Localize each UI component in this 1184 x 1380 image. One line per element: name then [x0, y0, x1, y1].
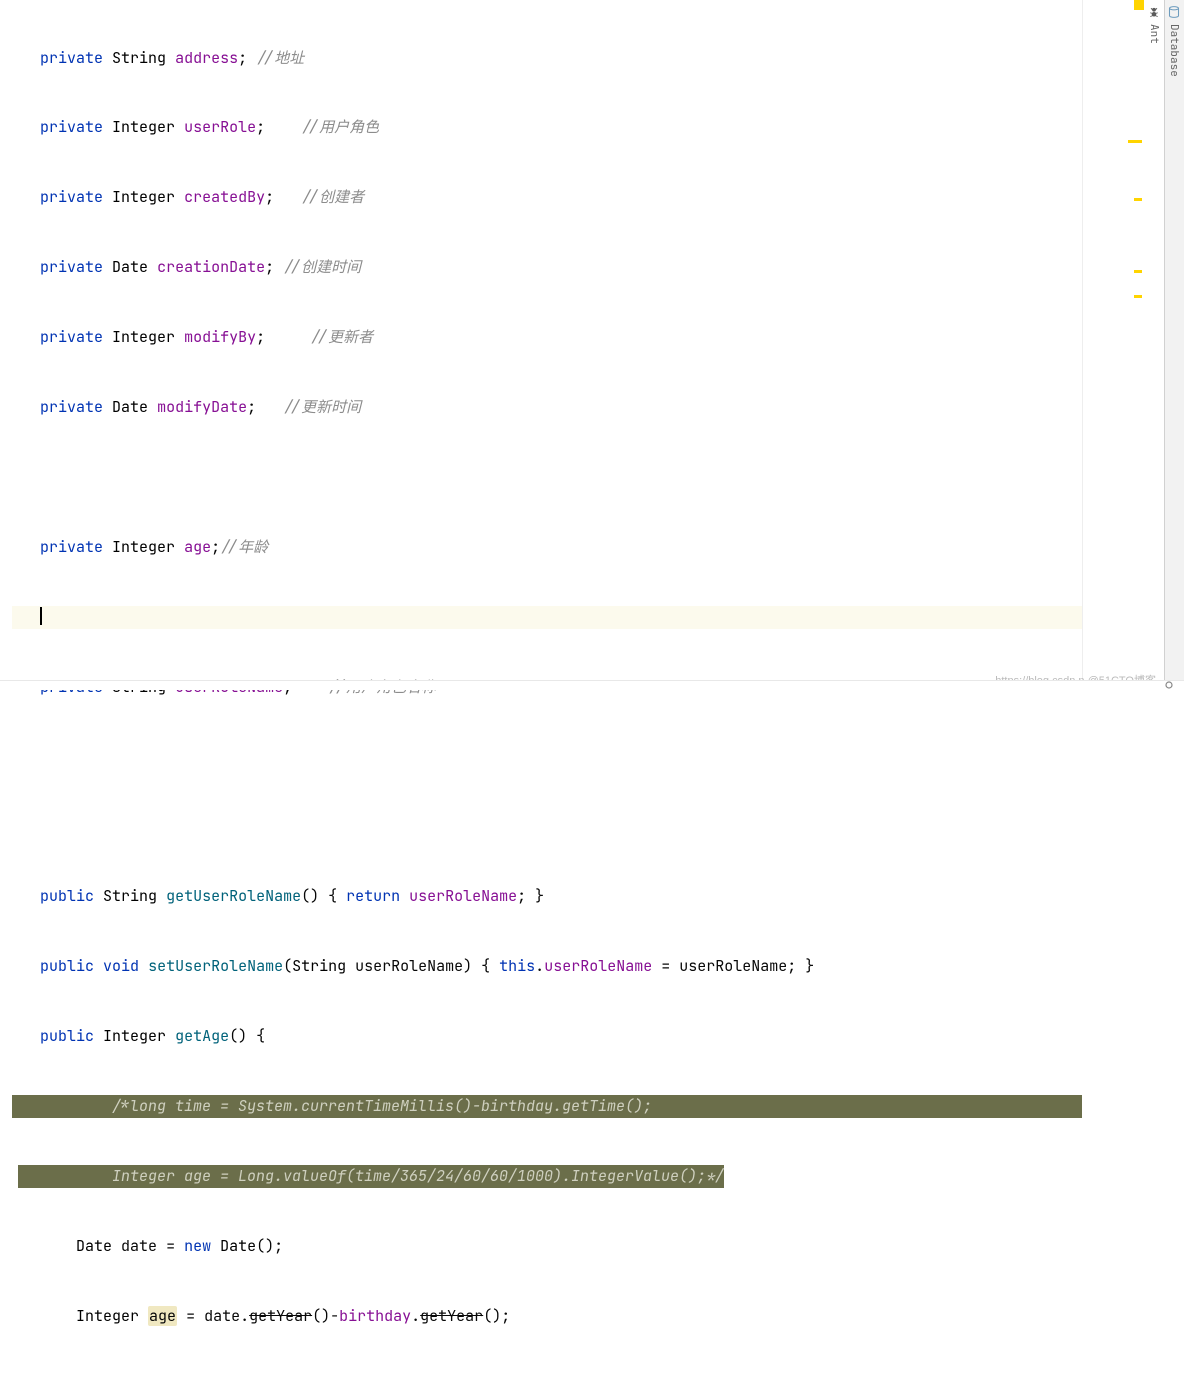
warning-marker[interactable] [1134, 198, 1142, 201]
warning-marker[interactable] [1134, 270, 1142, 273]
code-line: private Integer age;//年龄 [12, 536, 1082, 559]
deprecated-method: getYear [249, 1306, 312, 1326]
code-line: Date date = new Date(); [12, 1235, 1082, 1258]
code-line [12, 815, 1082, 838]
code-area[interactable]: private String address; //地址 private Int… [0, 0, 1082, 680]
code-line: private Integer modifyBy; //更新者 [12, 326, 1082, 349]
code-line: public void setUserRoleName(String userR… [12, 955, 1082, 978]
status-bar-stub [0, 680, 1184, 690]
code-line: private Integer userRole; //用户角色 [12, 116, 1082, 139]
warning-marker[interactable] [1128, 140, 1142, 143]
deprecated-method: getYear [420, 1306, 483, 1326]
code-line: private Integer createdBy; //创建者 [12, 186, 1082, 209]
warning-marker[interactable] [1134, 295, 1142, 298]
warning-highlight: age [148, 1306, 177, 1326]
code-line [12, 746, 1082, 769]
code-line [12, 466, 1082, 489]
code-line: public Integer getAge() { [12, 1025, 1082, 1048]
tool-ant[interactable]: Ant [1144, 0, 1164, 690]
error-stripe[interactable] [1082, 0, 1144, 680]
code-line: private Date creationDate; //创建时间 [12, 256, 1082, 279]
selected-line: /*long time = System.currentTimeMillis()… [12, 1095, 1082, 1118]
text-caret [40, 607, 42, 625]
code-editor[interactable]: private String address; //地址 private Int… [0, 0, 1164, 680]
tool-database[interactable]: Database [1164, 0, 1184, 690]
code-line: private Date modifyDate; //更新时间 [12, 396, 1082, 419]
tool-label: Database [1167, 24, 1181, 77]
tool-label: Ant [1147, 24, 1161, 44]
selected-line: Integer age = Long.valueOf(time/365/24/6… [12, 1165, 1082, 1188]
database-icon [1168, 6, 1180, 18]
code-line: private String address; //地址 [12, 47, 1082, 70]
tool-window-bar-right: Database Ant [1164, 0, 1184, 690]
code-line: public String getUserRoleName() { return… [12, 885, 1082, 908]
code-line: return age; [12, 1375, 1082, 1380]
ant-icon [1148, 6, 1160, 18]
settings-icon[interactable] [1164, 680, 1178, 690]
current-line [12, 606, 1082, 629]
analysis-indicator[interactable] [1134, 0, 1144, 10]
code-line: Integer age = date.getYear()-birthday.ge… [12, 1305, 1082, 1328]
